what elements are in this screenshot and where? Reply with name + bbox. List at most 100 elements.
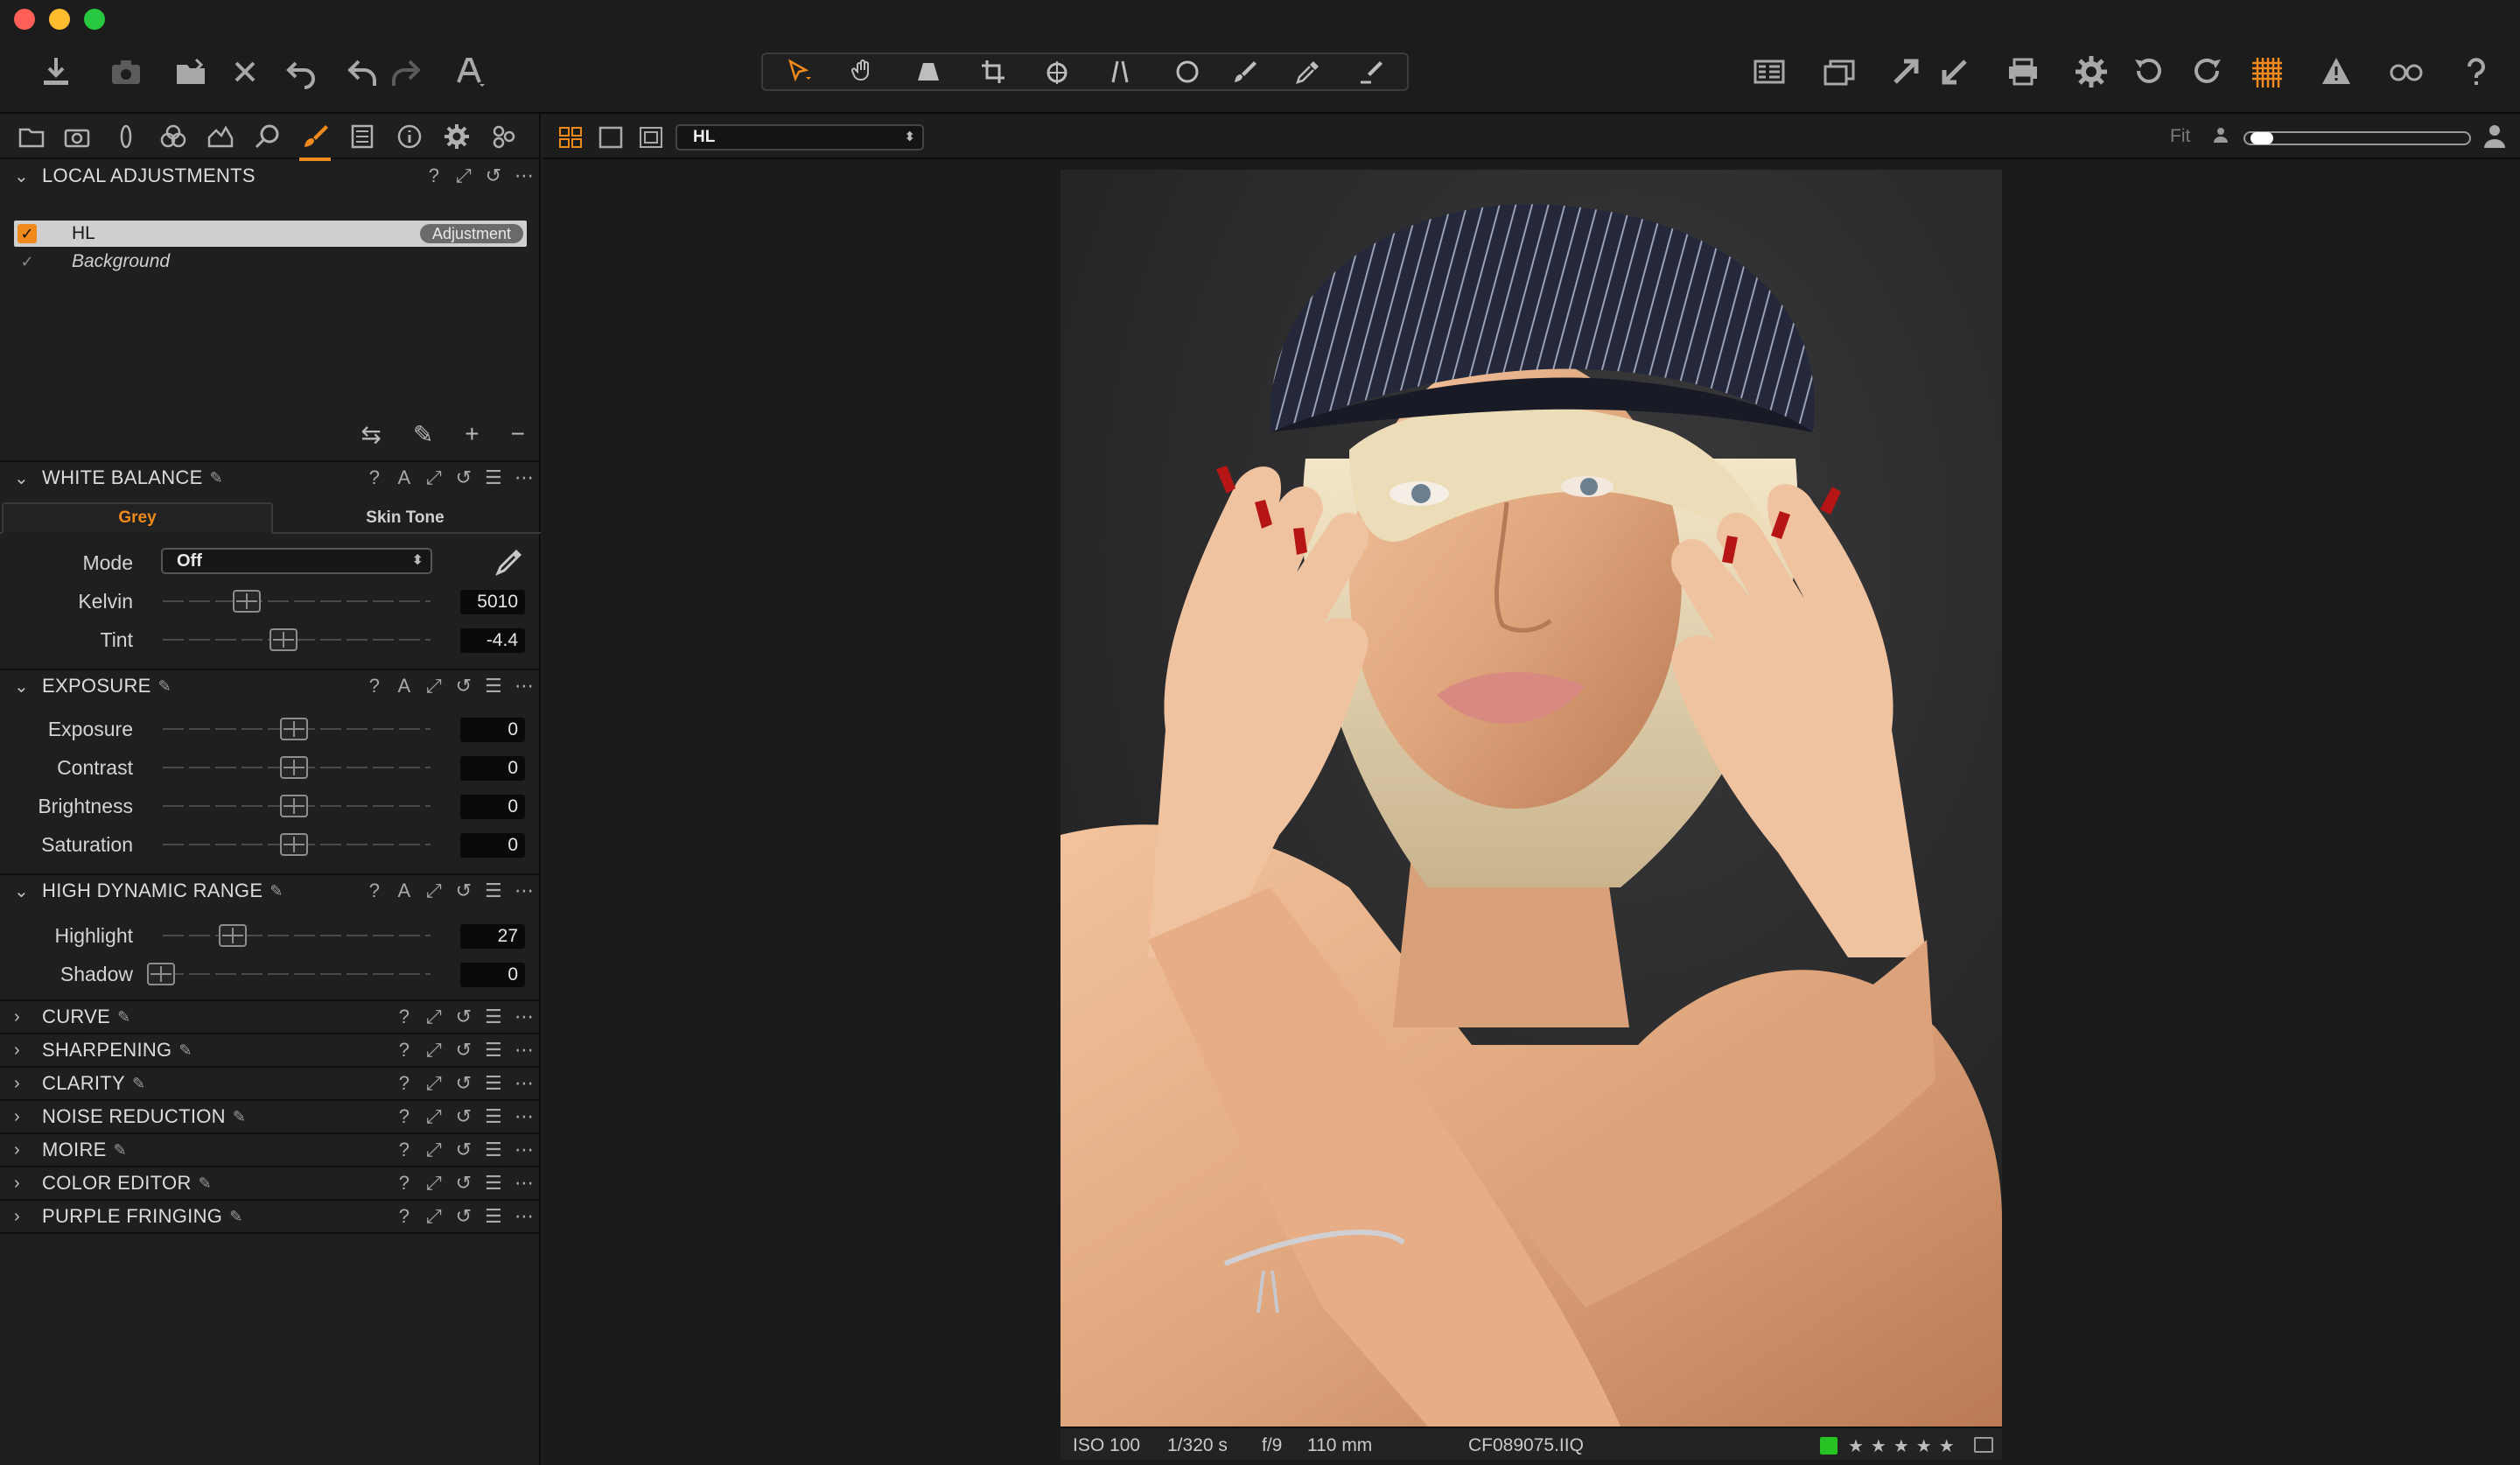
- slider-knob[interactable]: [233, 590, 261, 613]
- color-picker-icon[interactable]: [492, 544, 527, 579]
- copy-apply-icon[interactable]: ⤢: [425, 1039, 443, 1062]
- tint-value[interactable]: -4.4: [460, 628, 525, 653]
- kelvin-value[interactable]: 5010: [460, 590, 525, 614]
- layer-row-hl[interactable]: ✓ HL Adjustment: [14, 221, 527, 247]
- lens-icon[interactable]: [107, 119, 145, 154]
- color-tag-badge[interactable]: [1820, 1437, 1838, 1454]
- reset-icon[interactable]: ↺: [455, 1039, 472, 1062]
- reset-icon[interactable]: ↺: [455, 880, 472, 902]
- import-icon[interactable]: [32, 49, 80, 95]
- collapsed-section-header[interactable]: › SHARPENING ✎? ⤢ ↺ ☰ ⋯: [0, 1034, 541, 1066]
- collapsed-section-header[interactable]: › CLARITY ✎? ⤢ ↺ ☰ ⋯: [0, 1068, 541, 1099]
- reset-icon[interactable]: ↺: [455, 1006, 472, 1028]
- print-icon[interactable]: [1998, 49, 2048, 95]
- settings-gear-icon[interactable]: [2067, 49, 2116, 95]
- chevron-right-icon[interactable]: ›: [14, 1007, 33, 1027]
- copy-apply-icon[interactable]: ⤢: [425, 880, 443, 902]
- undo-history-icon[interactable]: [276, 49, 326, 95]
- crop-icon[interactable]: [962, 54, 1024, 89]
- copy-apply-icon[interactable]: ⤢: [425, 1105, 443, 1128]
- chevron-right-icon[interactable]: ›: [14, 1107, 33, 1127]
- remove-layer-icon[interactable]: −: [511, 420, 525, 449]
- presets-icon[interactable]: ☰: [485, 1105, 502, 1128]
- batch-icon[interactable]: [485, 119, 523, 154]
- exposure-slider[interactable]: [163, 718, 430, 740]
- auto-icon[interactable]: A: [396, 466, 413, 489]
- info-panel-icon[interactable]: [1974, 1437, 1993, 1453]
- hdr-header[interactable]: ⌄ HIGH DYNAMIC RANGE ✎ ? A ⤢ ↺ ☰ ⋯: [0, 875, 541, 907]
- text-style-icon[interactable]: [444, 49, 494, 95]
- slider-knob[interactable]: [280, 795, 308, 817]
- main-photo[interactable]: [1060, 170, 2002, 1426]
- local-adjustments-header[interactable]: ⌄ LOCAL ADJUSTMENTS ? ⤢ ↺ ⋯: [0, 160, 541, 192]
- help-icon[interactable]: ?: [366, 675, 383, 697]
- select-pointer-icon[interactable]: [768, 54, 830, 89]
- more-icon[interactable]: ⋯: [514, 1039, 534, 1062]
- copy-apply-icon[interactable]: ⤢: [425, 1072, 443, 1095]
- help-icon[interactable]: ?: [396, 1105, 413, 1128]
- multi-view-icon[interactable]: [635, 123, 667, 152]
- chevron-down-icon[interactable]: ⌄: [14, 165, 33, 187]
- collapsed-section-header[interactable]: › COLOR EDITOR ✎? ⤢ ↺ ☰ ⋯: [0, 1167, 541, 1199]
- collapsed-section-header[interactable]: › MOIRE ✎? ⤢ ↺ ☰ ⋯: [0, 1134, 541, 1166]
- slider-knob[interactable]: [280, 718, 308, 740]
- eraser-icon[interactable]: [1340, 54, 1402, 89]
- help-icon[interactable]: ?: [396, 1172, 413, 1195]
- add-layer-icon[interactable]: +: [465, 420, 479, 449]
- shadow-slider[interactable]: [147, 963, 430, 985]
- rotate-icon[interactable]: [1027, 54, 1088, 89]
- checkbox-icon[interactable]: ✓: [18, 224, 37, 243]
- reset-icon[interactable]: ↺: [455, 466, 472, 489]
- rotate-left-icon[interactable]: [2124, 49, 2174, 95]
- white-balance-header[interactable]: ⌄ WHITE BALANCE ✎ ? A ⤢ ↺ ☰ ⋯: [0, 462, 541, 494]
- help-icon[interactable]: ?: [366, 466, 383, 489]
- presets-icon[interactable]: ☰: [485, 1072, 502, 1095]
- help-icon[interactable]: ?: [425, 165, 443, 187]
- circle-mask-icon[interactable]: [1157, 54, 1218, 89]
- chevron-down-icon[interactable]: ⌄: [14, 467, 33, 489]
- help-icon[interactable]: ?: [396, 1072, 413, 1095]
- chevron-right-icon[interactable]: ›: [14, 1074, 33, 1094]
- import-arrow-icon[interactable]: [1930, 49, 1979, 95]
- rotate-right-icon[interactable]: [2182, 49, 2231, 95]
- presets-icon[interactable]: ☰: [485, 880, 502, 902]
- color-icon[interactable]: [154, 119, 192, 154]
- slider-knob[interactable]: [219, 924, 247, 947]
- keystone-icon[interactable]: [898, 54, 959, 89]
- copy-apply-icon[interactable]: ⤢: [425, 675, 443, 697]
- layout-icon[interactable]: [1745, 49, 1794, 95]
- reset-icon[interactable]: ↺: [485, 165, 502, 187]
- more-icon[interactable]: ⋯: [514, 165, 534, 187]
- help-icon[interactable]: ?: [396, 1006, 413, 1028]
- more-icon[interactable]: ⋯: [514, 1105, 534, 1128]
- local-adjust-brush-icon[interactable]: [296, 119, 334, 161]
- chevron-right-icon[interactable]: ›: [14, 1140, 33, 1160]
- pan-hand-icon[interactable]: [833, 54, 894, 89]
- highlight-value[interactable]: 27: [460, 924, 525, 949]
- more-icon[interactable]: ⋯: [514, 675, 534, 697]
- help-icon[interactable]: [2452, 49, 2501, 95]
- presets-icon[interactable]: ☰: [485, 1205, 502, 1228]
- more-icon[interactable]: ⋯: [514, 880, 534, 902]
- star-rating[interactable]: ★★★★★: [1848, 1435, 1962, 1457]
- saturation-value[interactable]: 0: [460, 833, 525, 858]
- contrast-value[interactable]: 0: [460, 756, 525, 781]
- chevron-down-icon[interactable]: ⌄: [14, 676, 33, 697]
- exposure-warning-icon[interactable]: [2312, 49, 2361, 95]
- proof-glasses-icon[interactable]: [2382, 49, 2431, 95]
- help-icon[interactable]: ?: [396, 1039, 413, 1062]
- redo-icon[interactable]: [382, 49, 430, 95]
- brightness-slider[interactable]: [163, 795, 430, 817]
- chevron-down-icon[interactable]: ⌄: [14, 880, 33, 902]
- new-brush-layer-icon[interactable]: ✎: [413, 420, 433, 449]
- help-icon[interactable]: ?: [366, 880, 383, 902]
- variant-select[interactable]: HL ⬍: [676, 124, 924, 151]
- presets-icon[interactable]: ☰: [485, 1006, 502, 1028]
- presets-icon[interactable]: ☰: [485, 1039, 502, 1062]
- more-icon[interactable]: ⋯: [514, 1172, 534, 1195]
- open-folder-icon[interactable]: [166, 49, 215, 95]
- slider-knob[interactable]: [147, 963, 175, 985]
- copy-apply-icon[interactable]: ⤢: [425, 1172, 443, 1195]
- brush-icon[interactable]: [1214, 54, 1276, 89]
- single-view-icon[interactable]: [595, 123, 626, 152]
